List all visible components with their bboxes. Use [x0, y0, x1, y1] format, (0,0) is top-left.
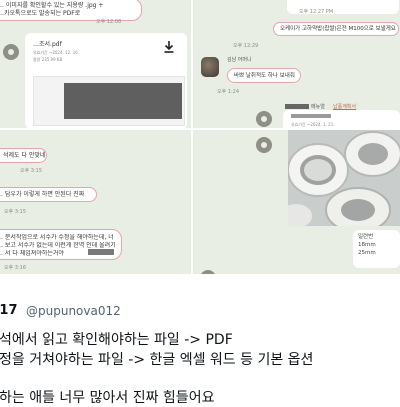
redaction-block — [88, 249, 114, 255]
chat-panel-conversation: 오후 12:27 PM 오케이가 고하약밥(찹쌀)은전 M100으로 보낼게요 … — [193, 0, 400, 128]
message-time: 오후 3:15 — [4, 209, 27, 215]
chat-panel-photo: 일련번 18mm 25mm — [193, 130, 400, 274]
avatar-placeholder — [3, 44, 19, 60]
tweet-text-line: 석에서 읽고 확인해야하는 파일 -> PDF — [0, 332, 233, 348]
message-bubble: … 문서작업으로 서수가 수정을 해야하는데, 너 … 보고 서수가 없는데 이… — [0, 229, 122, 260]
message-line: 일련번 — [358, 234, 374, 240]
message-line: … 이미지를 확인할수 있는 지용량 .jpg + — [0, 2, 104, 9]
message-time: 오후 12:27 PM — [299, 9, 334, 15]
tweet-author-name[interactable]: ‑17 — [0, 303, 18, 318]
file-name: …조서.pdf — [33, 41, 62, 48]
message-card: 일련번 18mm 25mm — [353, 230, 400, 268]
message-time: 오후 3:16 — [4, 265, 27, 271]
avatar — [201, 57, 219, 77]
sender-name: 메뉴얼 — [311, 104, 325, 110]
tweet-text-line: 정을 거쳐야하는 파일 -> 한글 엑셀 워드 등 기본 옵션 — [0, 352, 314, 368]
message-line: 18mm — [358, 242, 376, 248]
file-card[interactable]: 유효기간 ~2024. 1. 21. — [283, 110, 400, 128]
chat-panel-file: … 이미지를 확인할수 있는 지용량 .jpg + …카오톡으로도 발송되는 P… — [0, 0, 191, 128]
tweet-handle[interactable]: @pupunova012 — [26, 304, 121, 318]
avatar-placeholder — [200, 270, 216, 274]
file-preview — [33, 76, 185, 126]
tweet: ‑17 @pupunova012 석에서 읽고 확인해야하는 파일 -> PDF… — [0, 276, 400, 406]
file-date: 유효기간 ~2024. 12. 16. — [33, 50, 80, 55]
message-time: 오후 12:29 — [233, 43, 259, 49]
message-time: 오후 3:15 — [20, 168, 43, 174]
tweet-text-line: 하는 애들 너무 많아서 진짜 힘들어요 — [0, 390, 215, 406]
message-bubble: 석제도 다 안맞네 — [0, 148, 47, 163]
file-card[interactable]: …조서.pdf 유효기간 ~2024. 12. 16. 용량 235.99 KB — [25, 33, 187, 128]
avatar-placeholder — [256, 137, 272, 153]
tape-rolls-image — [288, 130, 400, 226]
file-date: 유효기간 ~2024. 1. 21. — [291, 122, 335, 127]
chat-panel-complaint: 석제도 다 안맞네 오후 3:15 … 담우가 이렇게 하면 안된다 진짜 오후… — [0, 130, 191, 274]
message-bubble: … 담우가 이렇게 하면 안된다 진짜 — [0, 187, 97, 202]
message-line: … 문서작업으로 서수가 수정을 해야하는데, 너 — [0, 234, 114, 241]
avatar-placeholder — [256, 111, 272, 127]
message-line: 25mm — [358, 250, 376, 256]
download-icon[interactable] — [164, 41, 174, 53]
message-time: 오후 12:08 — [96, 19, 122, 25]
message-bubble: 오케이가 고하약밥(찹쌀)은전 M100으로 보낼게요 — [273, 22, 399, 36]
photo-tape-rolls[interactable] — [288, 130, 400, 226]
message-line: …카오톡으로도 발송되는 PDF로 — [0, 10, 81, 17]
message-bubble: 바쁘 날취적도 하나 보내줘 — [227, 68, 301, 83]
message-time: 오후 1:24 — [217, 89, 240, 95]
sender-name: 김남 어머니 — [227, 57, 252, 63]
sender-link[interactable]: 납품계획서 — [333, 103, 356, 110]
file-size: 용량 235.99 KB — [33, 57, 63, 62]
avatar-redacted — [285, 104, 309, 109]
file-name-redacted — [291, 114, 331, 118]
